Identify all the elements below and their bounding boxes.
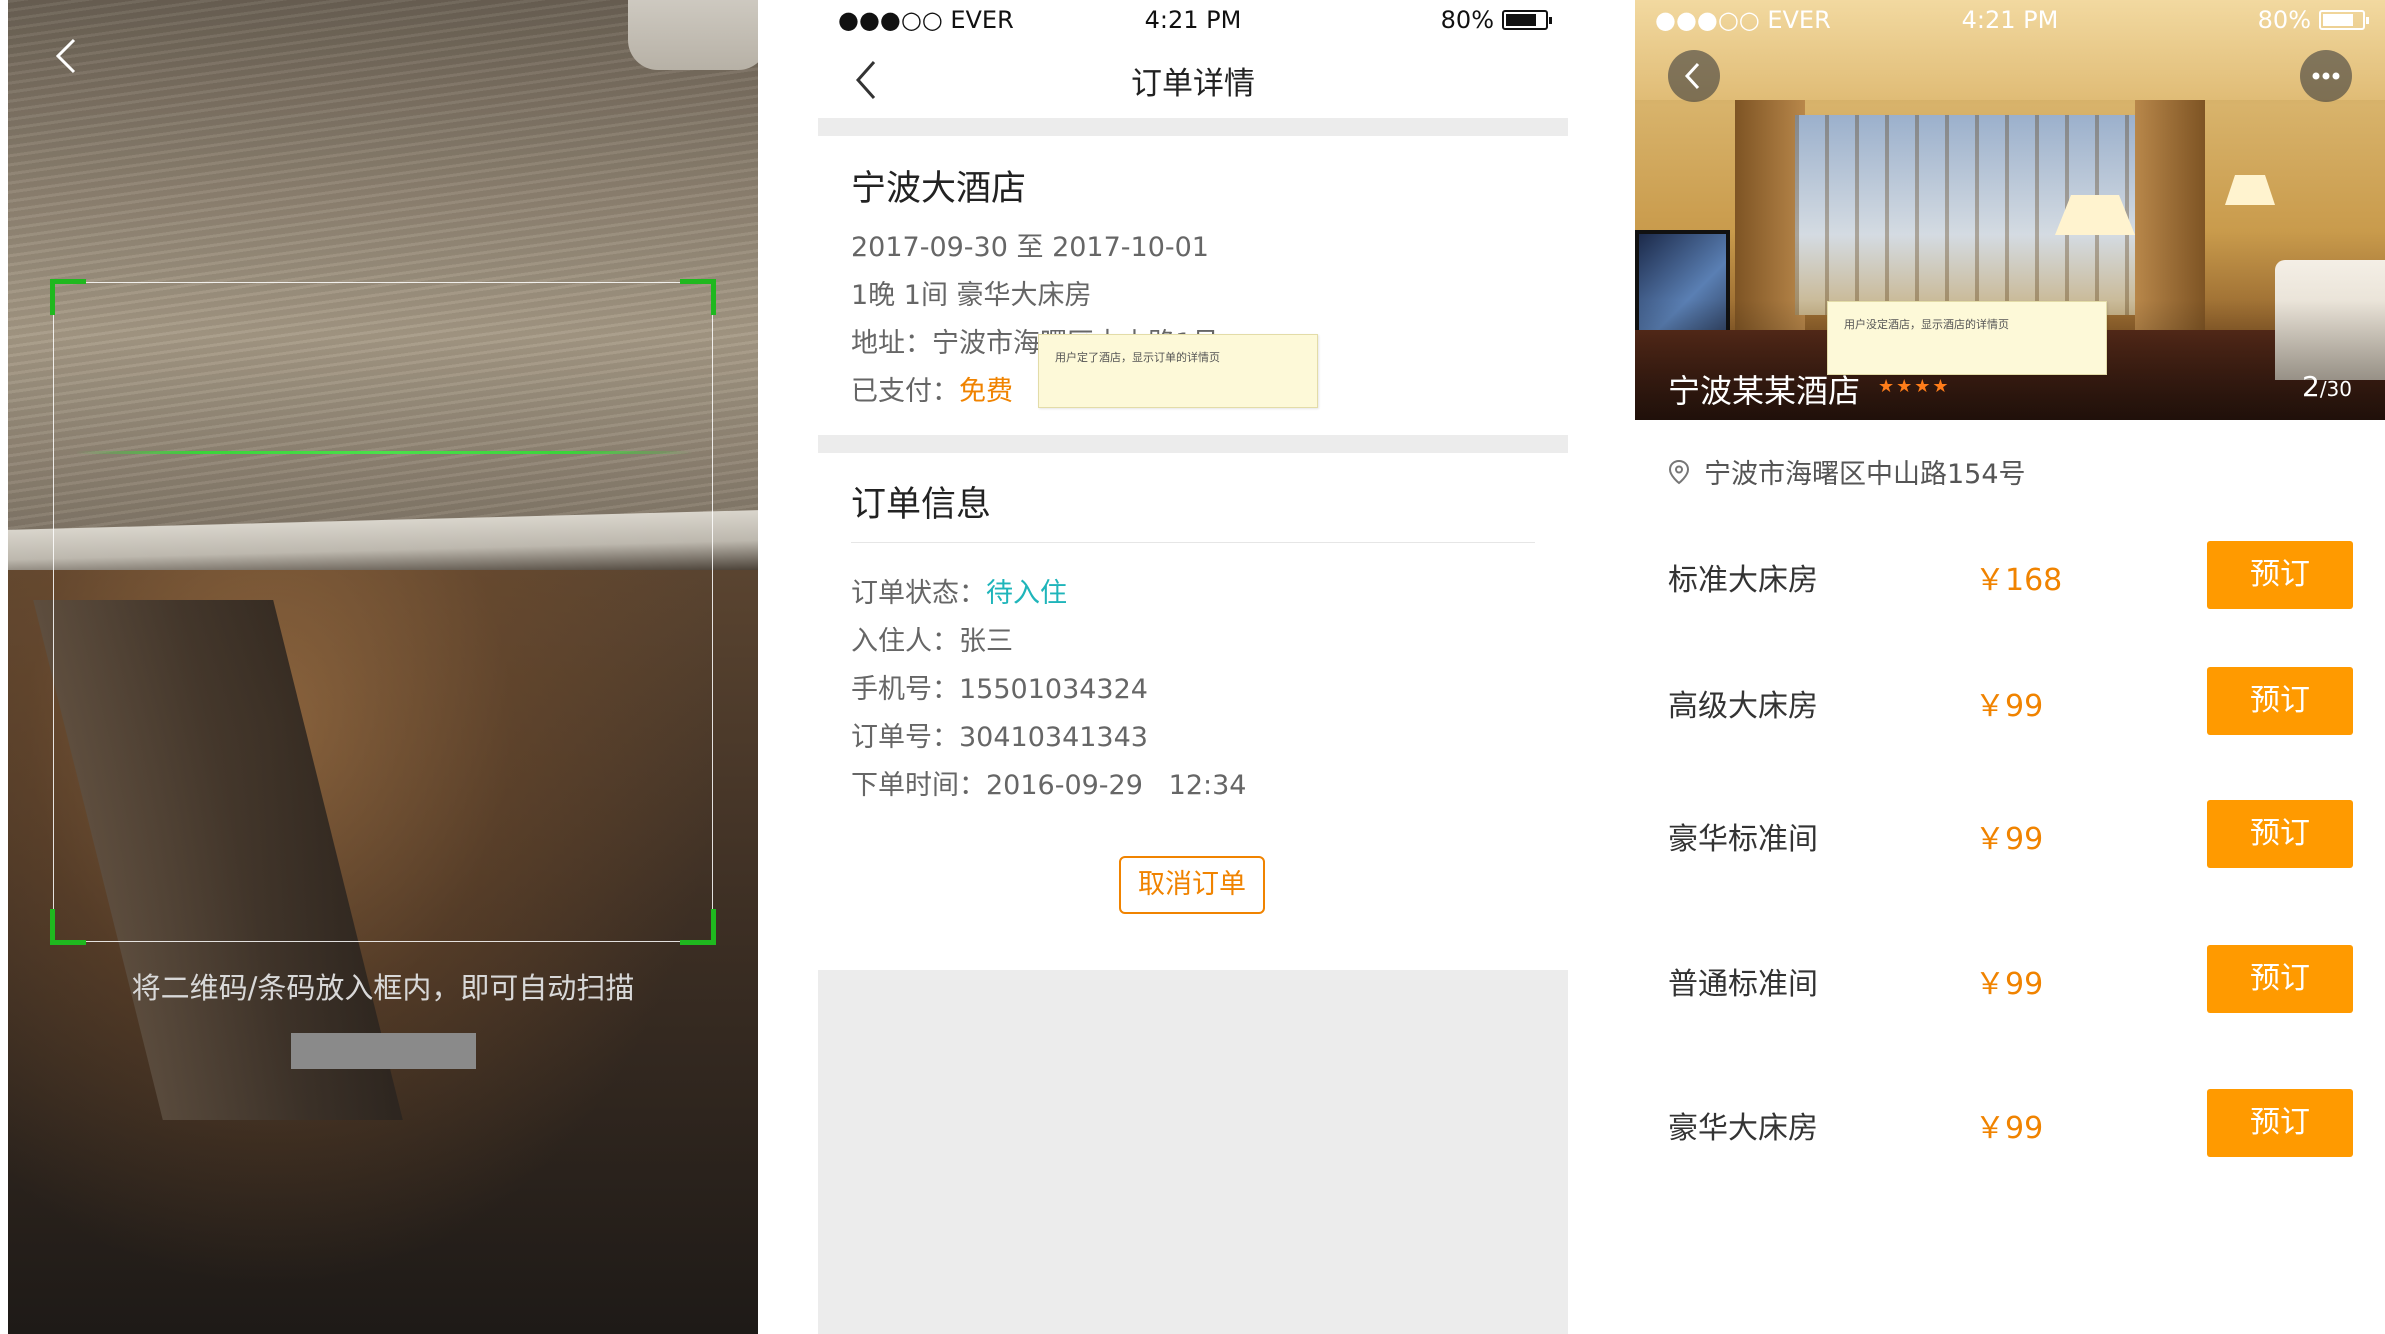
book-button[interactable]: 预订 — [2207, 541, 2353, 609]
room-summary: 1晚 1间 豪华大床房 — [851, 280, 1092, 311]
scan-corner-top-left — [50, 279, 86, 315]
room-name: 高级大床房 — [1668, 689, 1818, 724]
room-name: 豪华标准间 — [1668, 822, 1818, 857]
room-name: 普通标准间 — [1668, 967, 1818, 1002]
battery-indicator: 80% — [1440, 6, 1552, 34]
stay-dates: 2017-09-30 至 2017-10-01 — [851, 232, 1209, 263]
status-label: 订单状态： — [851, 578, 986, 609]
scan-corner-bottom-left — [50, 909, 86, 945]
room-name: 豪华大床房 — [1668, 1111, 1818, 1146]
guest-label: 入住人： — [851, 626, 959, 657]
scan-corner-bottom-right — [680, 909, 716, 945]
room-price: ￥99 — [1975, 967, 2044, 1002]
star-rating: ★★★★ — [1878, 376, 1951, 397]
room-row: 豪华标准间 ￥99 预订 — [1635, 800, 2385, 868]
back-chevron-icon[interactable] — [48, 36, 88, 76]
location-pin-icon — [1668, 459, 1690, 484]
scan-hint-text: 将二维码/条码放入框内，即可自动扫描 — [131, 971, 635, 1005]
scanner-screen: 将二维码/条码放入框内，即可自动扫描 — [8, 0, 758, 1334]
order-number-value: 30410341343 — [959, 722, 1148, 753]
scan-frame — [50, 279, 716, 945]
order-status-row: 订单状态：待入住 — [851, 571, 1067, 610]
order-time-row: 下单时间：2016-09-29 12:34 — [851, 763, 1246, 802]
guest-row: 入住人：张三 — [851, 619, 1013, 658]
book-button[interactable]: 预订 — [2207, 1089, 2353, 1157]
cancel-order-button[interactable]: 取消订单 — [1119, 856, 1265, 914]
address-text: 宁波市海曙区中山路154号 — [1704, 459, 2026, 490]
status-bar: ●●●○○ EVER 4:21 PM 80% — [818, 0, 1568, 40]
camera-feed-object — [628, 0, 758, 70]
more-dots-icon — [2312, 72, 2340, 80]
order-time-value: 2016-09-29 12:34 — [986, 770, 1247, 801]
order-info-title: 订单信息 — [851, 485, 992, 525]
order-time-label: 下单时间： — [851, 770, 986, 801]
scan-placeholder-bar[interactable] — [291, 1033, 476, 1069]
room-price: ￥99 — [1975, 689, 2044, 724]
battery-fill — [2323, 14, 2353, 26]
room-row: 普通标准间 ￥99 预订 — [1635, 945, 2385, 1013]
address-label: 地址： — [851, 328, 932, 359]
status-bar: ●●●○○ EVER 4:21 PM 80% — [1635, 0, 2385, 40]
phone-value: 15501034324 — [959, 674, 1148, 705]
phone-label: 手机号： — [851, 674, 959, 705]
phone-row: 手机号：15501034324 — [851, 667, 1148, 706]
guest-value: 张三 — [959, 626, 1013, 657]
photo-counter: 2/30 — [2302, 370, 2352, 403]
photo-total: /30 — [2319, 377, 2352, 401]
annotation-note: 用户没定酒店，显示酒店的详情页 — [1827, 301, 2107, 375]
empty-area — [818, 970, 1568, 1334]
hotel-name: 宁波大酒店 — [851, 169, 1027, 209]
book-button[interactable]: 预订 — [2207, 945, 2353, 1013]
annotation-note: 用户定了酒店，显示订单的详情页 — [1038, 334, 1318, 408]
room-row: 高级大床房 ￥99 预订 — [1635, 667, 2385, 735]
back-button[interactable] — [1668, 50, 1720, 102]
payment-row: 已支付：免费 — [851, 369, 1013, 408]
status-value: 待入住 — [986, 578, 1067, 609]
divider — [851, 542, 1535, 543]
battery-percent: 80% — [2257, 6, 2311, 34]
photo-lamp — [2225, 175, 2275, 205]
paid-label: 已支付： — [851, 376, 959, 407]
photo-index: 2 — [2301, 370, 2320, 403]
book-button[interactable]: 预订 — [2207, 800, 2353, 868]
back-chevron-icon — [1684, 62, 1700, 90]
order-number-label: 订单号： — [851, 722, 959, 753]
room-price: ￥168 — [1975, 563, 2063, 598]
hotel-address[interactable]: 宁波市海曙区中山路154号 — [1668, 452, 2026, 491]
paid-value: 免费 — [959, 376, 1013, 407]
section-gap — [818, 435, 1568, 453]
scan-corner-top-right — [680, 279, 716, 315]
more-button[interactable] — [2300, 50, 2352, 102]
book-button[interactable]: 预订 — [2207, 667, 2353, 735]
room-name: 标准大床房 — [1668, 563, 1818, 598]
scan-line — [76, 451, 692, 454]
section-gap — [818, 118, 1568, 136]
room-price: ￥99 — [1975, 1111, 2044, 1146]
battery-indicator: 80% — [2257, 6, 2369, 34]
battery-icon — [1502, 10, 1552, 30]
battery-fill — [1506, 14, 1536, 26]
battery-icon — [2319, 10, 2369, 30]
page-title: 订单详情 — [1131, 66, 1255, 102]
order-detail-screen: ●●●○○ EVER 4:21 PM 80% 订单详情 宁波大酒店 2017-0… — [818, 0, 1568, 1334]
room-price: ￥99 — [1975, 822, 2044, 857]
nav-bar: 订单详情 — [818, 40, 1568, 120]
order-number-row: 订单号：30410341343 — [851, 715, 1148, 754]
hotel-name: 宁波某某酒店 — [1668, 372, 1861, 410]
hotel-detail-screen: ●●●○○ EVER 4:21 PM 80% 用户没定酒店，显示酒店的详情页 宁… — [1635, 0, 2385, 1334]
room-row: 标准大床房 ￥168 预订 — [1635, 541, 2385, 609]
room-row: 豪华大床房 ￥99 预订 — [1635, 1089, 2385, 1157]
battery-percent: 80% — [1440, 6, 1494, 34]
photo-curtain — [2135, 100, 2205, 330]
